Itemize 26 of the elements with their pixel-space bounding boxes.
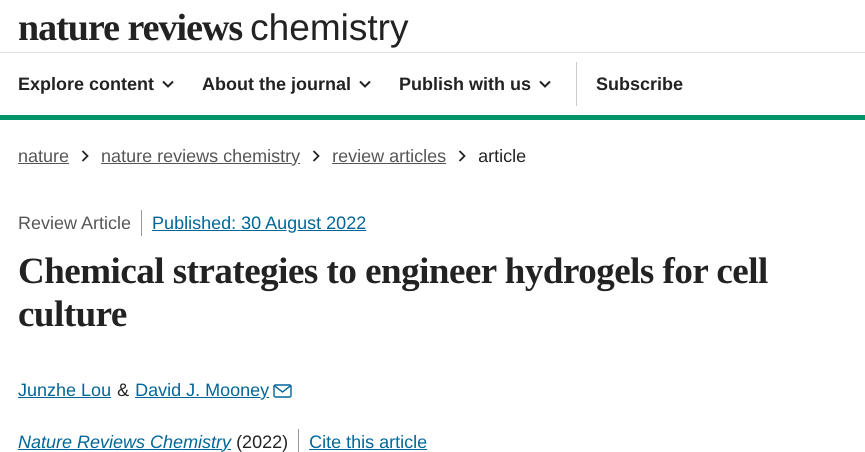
chevron-down-icon [162, 80, 174, 88]
nav-menu-button[interactable]: Publish with us [399, 74, 552, 94]
article-title: Chemical strategies to engineer hydrogels for cell culture [18, 250, 769, 336]
chevron-right-icon [458, 150, 466, 162]
breadcrumb-link[interactable]: nature reviews chemistry [101, 146, 300, 166]
article-type: Review Article [18, 212, 132, 234]
breadcrumb-current: article [478, 146, 526, 166]
nav-link[interactable]: Subscribe [596, 74, 684, 94]
published-date-link[interactable]: Published: 30 August 2022 [152, 212, 366, 234]
chevron-down-icon [539, 80, 552, 88]
breadcrumb-link[interactable]: nature [18, 146, 70, 166]
publication-year: (2022) [236, 432, 288, 452]
mail-icon[interactable] [273, 384, 292, 398]
chevron-right-icon [81, 150, 90, 162]
nav-menu-button[interactable]: Explore content [18, 74, 174, 94]
journal-link[interactable]: Nature Reviews Chemistry [18, 432, 232, 452]
cite-link[interactable]: Cite this article [309, 432, 428, 452]
chevron-right-icon [312, 150, 320, 162]
logo-subject[interactable]: chemistry [250, 7, 408, 49]
author-link[interactable]: David J. Mooney [135, 380, 292, 401]
author-link[interactable]: Junzhe Lou [18, 380, 112, 401]
breadcrumb-link[interactable]: review articles [332, 146, 446, 166]
logo-brand[interactable]: nature reviews [18, 6, 242, 50]
chevron-down-icon [359, 80, 372, 88]
author-separator: & [117, 380, 130, 401]
nav-menu-button[interactable]: About the journal [202, 74, 372, 94]
